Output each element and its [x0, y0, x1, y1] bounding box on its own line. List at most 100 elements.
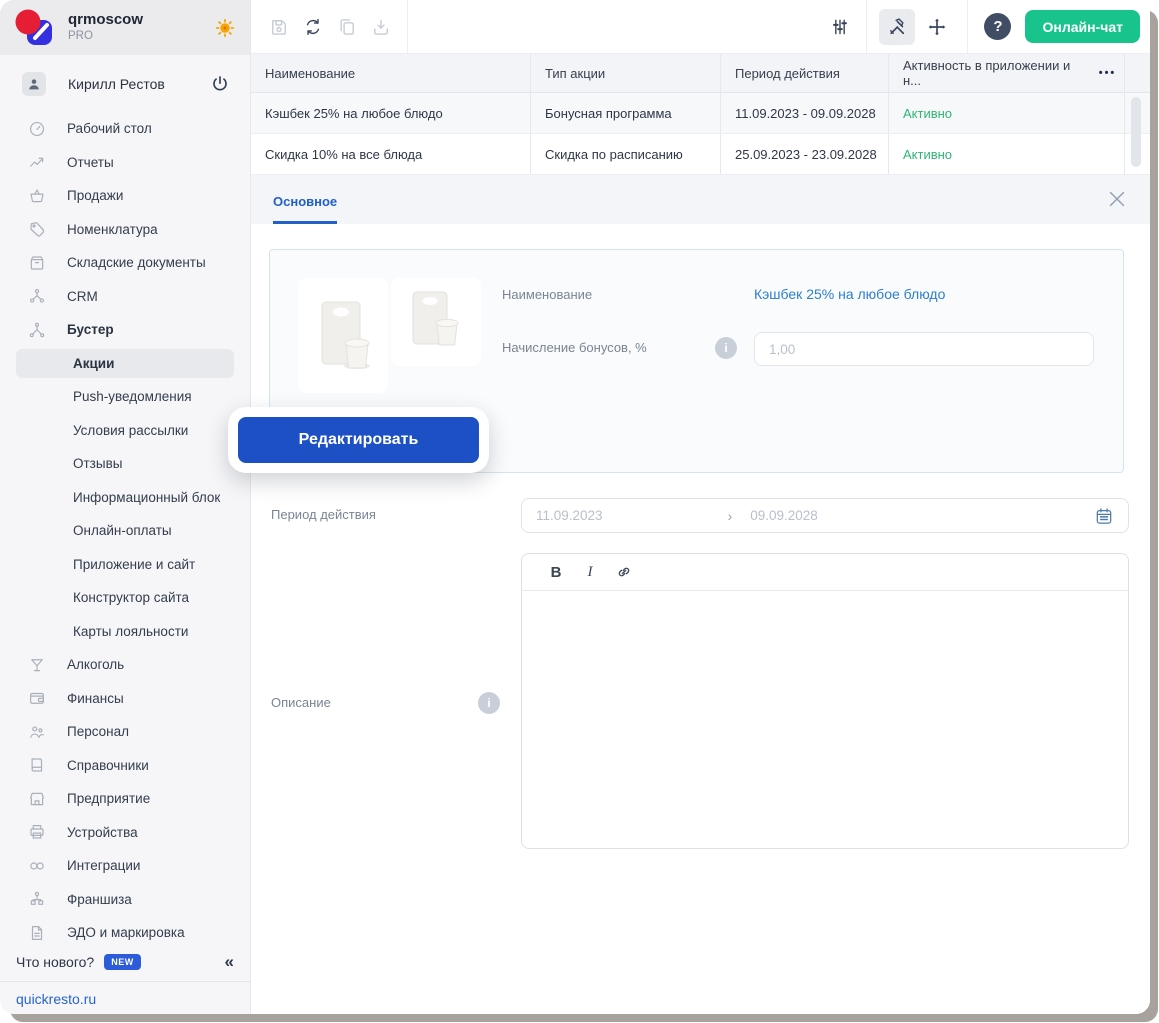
column-header-period[interactable]: Период действия — [721, 54, 889, 92]
alcohol-icon — [28, 656, 46, 674]
table-header-row: Наименование Тип акции Период действия А… — [251, 54, 1150, 93]
sidebar-item-nomenclature[interactable]: Номенклатура — [0, 213, 250, 247]
sidebar-item-info-block[interactable]: Информационный блок — [0, 481, 250, 515]
whats-new-link[interactable]: Что нового? — [16, 954, 94, 970]
sidebar-item-enterprise[interactable]: Предприятие — [0, 782, 250, 816]
sidebar-item-site-builder[interactable]: Конструктор сайта — [0, 581, 250, 615]
sidebar-item-mailing-conditions[interactable]: Условия рассылки — [0, 414, 250, 448]
sidebar-item-dashboard[interactable]: Рабочий стол — [0, 112, 250, 146]
calendar-icon[interactable] — [1094, 506, 1114, 526]
copy-icon[interactable] — [331, 11, 363, 43]
user-name: Кирилл Рестов — [68, 76, 210, 92]
promo-image-thumbnail[interactable] — [391, 278, 481, 366]
sidebar-item-loyalty-cards[interactable]: Карты лояльности — [0, 615, 250, 649]
description-label: Описание — [271, 695, 331, 710]
cell-name: Скидка 10% на все блюда — [251, 134, 531, 174]
nomenclature-icon — [28, 220, 46, 238]
column-header-activity[interactable]: Активность в приложении и н... — [889, 54, 1091, 92]
sidebar-item-crm[interactable]: CRM — [0, 280, 250, 314]
directories-icon — [28, 756, 46, 774]
quickresto-site-link[interactable]: quickresto.ru — [16, 991, 96, 1007]
column-header-name[interactable]: Наименование — [251, 54, 531, 92]
status-badge: Активно — [889, 134, 1124, 174]
sidebar-nav: Рабочий стол Отчеты Продажи Номенклатура… — [0, 112, 250, 945]
download-icon[interactable] — [365, 11, 397, 43]
edit-button[interactable]: Редактировать — [238, 417, 479, 463]
filter-sliders-icon[interactable] — [824, 11, 856, 43]
sidebar-item-franchise[interactable]: Франшиза — [0, 883, 250, 917]
bold-icon[interactable]: B — [544, 560, 568, 584]
period-date-range-input[interactable]: 11.09.2023 › 09.09.2028 — [521, 498, 1129, 533]
period-start-value: 11.09.2023 — [536, 508, 603, 523]
brand-logo-icon — [14, 8, 54, 48]
enterprise-icon — [28, 790, 46, 808]
cell-type: Бонусная программа — [531, 93, 721, 133]
sidebar-item-reviews[interactable]: Отзывы — [0, 447, 250, 481]
toolbar-divider — [866, 0, 867, 53]
sidebar-item-warehouse[interactable]: Складские документы — [0, 246, 250, 280]
crm-icon — [28, 287, 46, 305]
move-icon[interactable] — [919, 9, 955, 45]
devices-icon — [28, 823, 46, 841]
collapse-sidebar-icon[interactable]: « — [225, 952, 234, 972]
italic-icon[interactable]: I — [578, 560, 602, 584]
help-icon[interactable]: ? — [984, 13, 1011, 40]
bonus-percent-input[interactable] — [754, 332, 1094, 366]
info-icon[interactable]: i — [715, 337, 737, 359]
editor-text-area[interactable] — [522, 591, 1128, 848]
staff-icon — [28, 723, 46, 741]
avatar — [22, 72, 46, 96]
promo-image-thumbnail[interactable] — [298, 278, 388, 393]
brand-name: qrmoscow — [68, 12, 214, 29]
theme-toggle-sun-icon[interactable] — [214, 17, 236, 39]
info-icon[interactable]: i — [478, 692, 500, 714]
close-icon[interactable] — [1106, 188, 1128, 210]
bonus-label: Начисление бонусов, % — [502, 340, 647, 355]
sidebar: qrmoscow PRO Кирилл Рестов — [0, 0, 251, 1014]
sidebar-item-staff[interactable]: Персонал — [0, 715, 250, 749]
logout-power-icon[interactable] — [210, 74, 230, 94]
cell-name: Кэшбек 25% на любое блюдо — [251, 93, 531, 133]
sales-icon — [28, 187, 46, 205]
footer-divider — [0, 981, 250, 982]
sidebar-item-finance[interactable]: Финансы — [0, 682, 250, 716]
toolbar-divider — [407, 0, 408, 53]
online-chat-button[interactable]: Онлайн-чат — [1025, 10, 1140, 43]
sidebar-item-online-payments[interactable]: Онлайн-оплаты — [0, 514, 250, 548]
table-row[interactable]: Скидка 10% на все блюда Скидка по распис… — [251, 134, 1150, 175]
sidebar-footer: Что нового? NEW « quickresto.ru — [0, 945, 250, 1014]
sidebar-item-alcohol[interactable]: Алкоголь — [0, 648, 250, 682]
toolbar-divider — [967, 0, 968, 53]
sidebar-item-directories[interactable]: Справочники — [0, 749, 250, 783]
refresh-icon[interactable] — [297, 11, 329, 43]
sidebar-item-promotions[interactable]: Акции — [16, 349, 234, 379]
sidebar-item-booster[interactable]: Бустер — [0, 313, 250, 347]
sidebar-item-reports[interactable]: Отчеты — [0, 146, 250, 180]
description-editor: B I — [521, 553, 1129, 849]
sidebar-item-integrations[interactable]: Интеграции — [0, 849, 250, 883]
link-icon[interactable] — [612, 560, 636, 584]
table-more-menu-icon[interactable]: ••• — [1099, 67, 1117, 79]
promotion-name-link[interactable]: Кэшбек 25% на любое блюдо — [754, 286, 945, 302]
cell-period: 25.09.2023 - 23.09.2028 — [721, 134, 889, 174]
sidebar-item-edo-marking[interactable]: ЭДО и маркировка — [0, 916, 250, 945]
tools-icon[interactable] — [879, 9, 915, 45]
sidebar-item-sales[interactable]: Продажи — [0, 179, 250, 213]
column-header-type[interactable]: Тип акции — [531, 54, 721, 92]
period-label: Период действия — [271, 507, 376, 522]
main-area: ? Онлайн-чат Наименование Тип акции Пери… — [251, 0, 1150, 1014]
sidebar-item-push-notifications[interactable]: Push-уведомления — [0, 380, 250, 414]
tab-main[interactable]: Основное — [273, 194, 337, 224]
cell-type: Скидка по расписанию — [531, 134, 721, 174]
user-row[interactable]: Кирилл Рестов — [0, 64, 250, 104]
period-end-value: 09.09.2028 — [750, 508, 818, 523]
sidebar-item-app-and-site[interactable]: Приложение и сайт — [0, 548, 250, 582]
edit-popover: Редактировать — [228, 407, 489, 473]
save-icon[interactable] — [263, 11, 295, 43]
edo-document-icon — [28, 924, 46, 942]
app-window: qrmoscow PRO Кирилл Рестов — [0, 0, 1150, 1014]
table-row[interactable]: Кэшбек 25% на любое блюдо Бонусная прогр… — [251, 93, 1150, 134]
table-scrollbar[interactable] — [1131, 97, 1141, 167]
sidebar-item-devices[interactable]: Устройства — [0, 816, 250, 850]
reports-icon — [28, 153, 46, 171]
